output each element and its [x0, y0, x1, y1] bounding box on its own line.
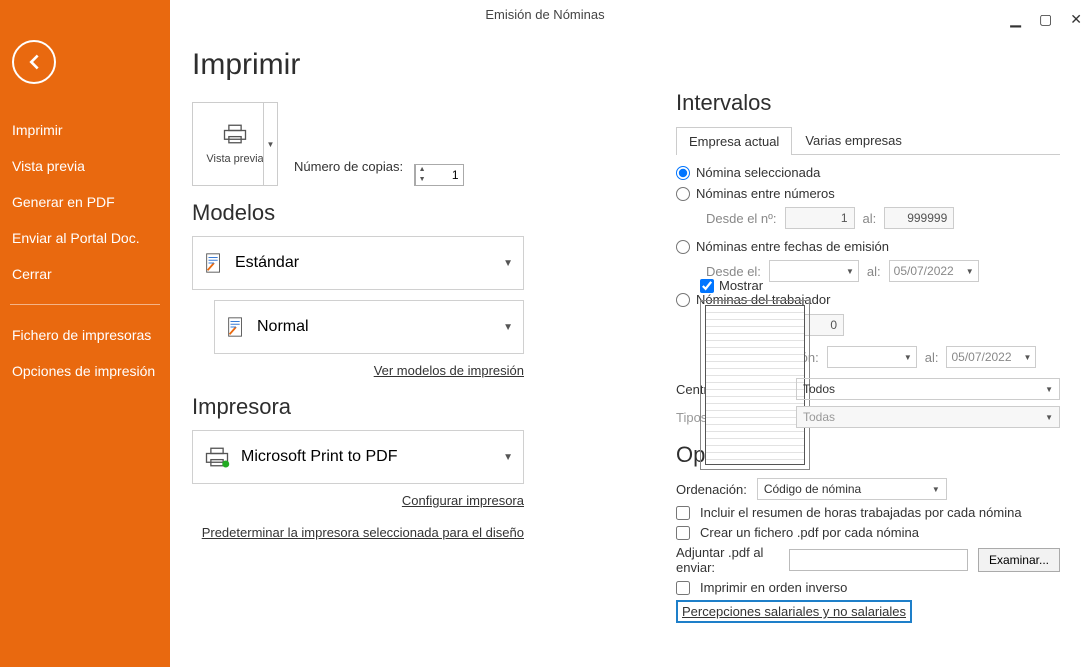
- printer-select[interactable]: Microsoft Print to PDF ▼: [192, 430, 524, 484]
- desde-num-input[interactable]: [785, 207, 855, 229]
- nav-generar-pdf[interactable]: Generar en PDF: [0, 184, 170, 220]
- document-icon: [203, 252, 225, 274]
- mostrar-checkbox[interactable]: Mostrar: [700, 278, 763, 293]
- predeterminar-impresora-link[interactable]: Predeterminar la impresora seleccionada …: [202, 525, 524, 540]
- chk-resumen-horas[interactable]: Incluir el resumen de horas trabajadas p…: [676, 505, 1060, 520]
- models-heading: Modelos: [192, 200, 652, 226]
- chevron-down-icon: ▼: [503, 258, 513, 269]
- sidebar: Imprimir Vista previa Generar en PDF Env…: [0, 0, 170, 667]
- adjuntar-pdf-input[interactable]: [789, 549, 968, 571]
- spinner-down-icon[interactable]: ▼: [416, 175, 429, 185]
- ordenacion-select[interactable]: Código de nómina▼: [757, 478, 947, 500]
- tab-empresa-actual[interactable]: Empresa actual: [676, 127, 792, 155]
- chevron-down-icon: ▼: [503, 452, 513, 463]
- preview-dropdown-icon[interactable]: ▼: [263, 103, 277, 185]
- model-normal-select[interactable]: Normal ▼: [214, 300, 524, 354]
- nav-enviar-portal[interactable]: Enviar al Portal Doc.: [0, 220, 170, 256]
- window-title: Emisión de Nóminas: [485, 7, 604, 22]
- nav-cerrar[interactable]: Cerrar: [0, 256, 170, 292]
- model-preview: [700, 300, 810, 470]
- chk-orden-inverso[interactable]: Imprimir en orden inverso: [676, 580, 1060, 595]
- intervalos-heading: Intervalos: [676, 90, 1060, 116]
- spinner-up-icon[interactable]: ▲: [416, 165, 429, 175]
- examinar-button[interactable]: Examinar...: [978, 548, 1060, 572]
- copies-label: Número de copias:: [294, 159, 403, 174]
- copies-input[interactable]: [429, 165, 463, 185]
- nav-vista-previa[interactable]: Vista previa: [0, 148, 170, 184]
- ver-modelos-link[interactable]: Ver modelos de impresión: [374, 363, 524, 378]
- nav-imprimir[interactable]: Imprimir: [0, 112, 170, 148]
- emision-desde-input[interactable]: ▼: [827, 346, 917, 368]
- vista-previa-button[interactable]: Vista previa ▼: [192, 102, 278, 186]
- percepciones-link[interactable]: Percepciones salariales y no salariales: [682, 604, 906, 619]
- hasta-fecha-input[interactable]: 05/07/2022▼: [889, 260, 979, 282]
- chevron-down-icon: ▼: [503, 322, 513, 333]
- radio-nominas-numeros[interactable]: Nóminas entre números: [676, 186, 1060, 201]
- chk-pdf-por-nomina[interactable]: Crear un fichero .pdf por cada nómina: [676, 525, 1060, 540]
- printer-ready-icon: [203, 446, 231, 468]
- back-button[interactable]: [12, 40, 56, 84]
- configurar-impresora-link[interactable]: Configurar impresora: [402, 493, 524, 508]
- radio-nomina-seleccionada[interactable]: Nómina seleccionada: [676, 165, 1060, 180]
- nav-opciones-impresion[interactable]: Opciones de impresión: [0, 353, 170, 389]
- radio-nominas-fechas[interactable]: Nóminas entre fechas de emisión: [676, 239, 1060, 254]
- printer-heading: Impresora: [192, 394, 652, 420]
- nav-fichero-impresoras[interactable]: Fichero de impresoras: [0, 317, 170, 353]
- tipos-nomina-select[interactable]: Todas▼: [796, 406, 1060, 428]
- copies-spinner[interactable]: ▲▼: [414, 164, 464, 186]
- page-heading: Imprimir: [192, 48, 652, 82]
- desde-fecha-input[interactable]: ▼: [769, 260, 859, 282]
- model-estandar-select[interactable]: Estándar ▼: [192, 236, 524, 290]
- hasta-num-input[interactable]: [884, 207, 954, 229]
- emision-hasta-input[interactable]: 05/07/2022▼: [946, 346, 1036, 368]
- document-icon: [225, 316, 247, 338]
- tab-varias-empresas[interactable]: Varias empresas: [792, 126, 915, 154]
- printer-icon: [221, 123, 249, 145]
- centro-trabajo-select[interactable]: Todos▼: [796, 378, 1060, 400]
